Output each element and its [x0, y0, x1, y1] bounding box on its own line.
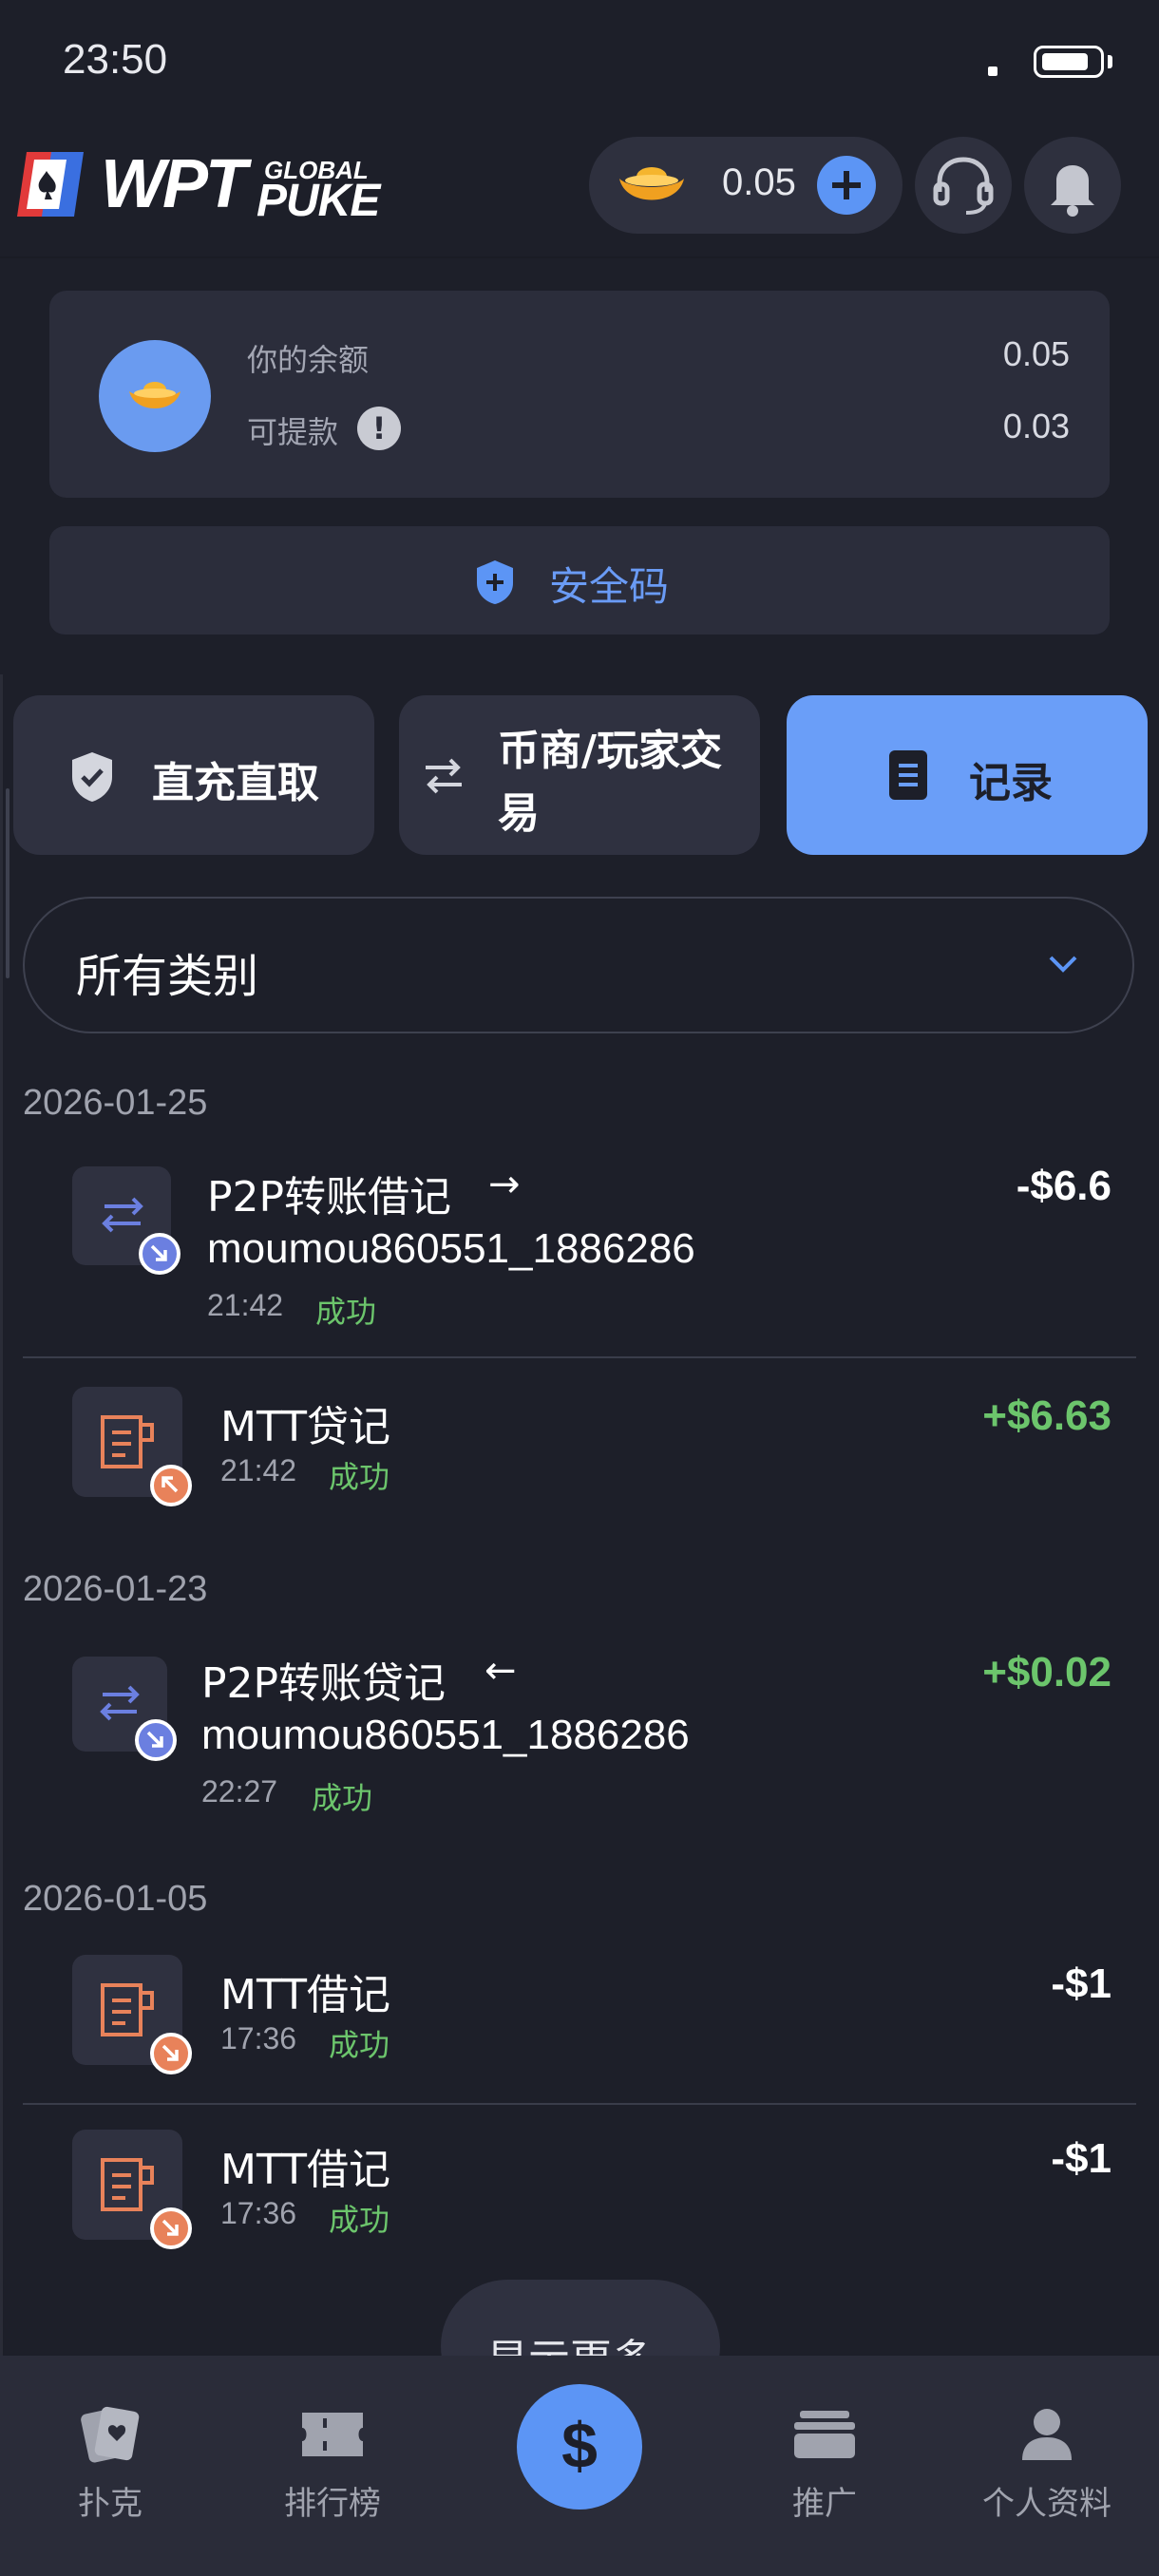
date-header: 2026-01-05 [23, 1879, 208, 1919]
transaction-status: 成功 [329, 2202, 390, 2238]
support-button[interactable] [915, 137, 1012, 234]
transaction-time: 21:42 [220, 1453, 297, 1487]
transaction-time: 17:36 [220, 2021, 297, 2055]
balance-label: 你的余额 [247, 343, 370, 377]
logo-puke-text: PUKE [256, 176, 380, 226]
balance-value: 0.05 [1002, 334, 1070, 373]
transaction-row[interactable]: MTT借记 17:36 成功 -$1 [0, 2118, 1159, 2261]
ingot-icon [129, 382, 180, 408]
wpt-logo-mark-icon [17, 152, 84, 217]
tab-records-label: 记录 [969, 759, 1053, 807]
dollar-icon: $ [561, 2410, 598, 2482]
transaction-row[interactable]: P2P转账借记 → moumou860551_1886286 21:42 成功 … [0, 1149, 1159, 1339]
security-code-button[interactable]: 安全码 [49, 526, 1110, 635]
category-filter-select[interactable]: 所有类别 [23, 897, 1134, 1033]
nav-promotion[interactable]: 推广 [730, 2405, 920, 2524]
deposit-plus-button[interactable] [817, 156, 876, 215]
battery-icon [1034, 46, 1104, 78]
transaction-amount: +$6.63 [982, 1392, 1112, 1439]
tab-direct-recharge[interactable]: 直充直取 [13, 695, 374, 855]
logo-wpt-text: WPT [101, 146, 247, 222]
transaction-time: 17:36 [220, 2196, 297, 2230]
nav-profile-label: 个人资料 [982, 2485, 1112, 2523]
security-code-label: 安全码 [549, 563, 670, 610]
header-balance-pill[interactable]: 0.05 [589, 137, 902, 234]
shield-check-icon [72, 752, 112, 802]
nav-promotion-label: 推广 [792, 2485, 857, 2523]
stack-icon [794, 2411, 855, 2458]
tab-p2p-trade-label-line2: 易 [498, 789, 540, 838]
debit-arrow-badge-icon [139, 1233, 180, 1275]
category-filter-value: 所有类别 [76, 950, 259, 1003]
debit-arrow-badge-icon [150, 2033, 192, 2074]
battery-tip [1108, 55, 1112, 68]
transaction-status: 成功 [329, 2027, 390, 2063]
date-header: 2026-01-25 [23, 1083, 208, 1123]
transaction-amount: -$1 [1051, 2135, 1112, 2182]
credit-arrow-badge-icon [150, 1465, 192, 1506]
transaction-amount: -$1 [1051, 1960, 1112, 2007]
transaction-title: MTT借记 [220, 1971, 390, 2019]
status-time: 23:50 [63, 36, 168, 83]
transaction-counterparty: moumou860551_1886286 [207, 1225, 695, 1272]
transaction-status: 成功 [315, 1294, 377, 1330]
direction-arrow-icon: → [488, 1163, 521, 1206]
withdrawable-value: 0.03 [1002, 407, 1070, 445]
transaction-row[interactable]: P2P转账贷记 ← moumou860551_1886286 22:27 成功 … [0, 1636, 1159, 1826]
tab-records[interactable]: 记录 [787, 695, 1148, 855]
nav-leaderboard[interactable]: 排行榜 [238, 2405, 428, 2524]
transaction-status: 成功 [329, 1459, 390, 1495]
header-divider [0, 256, 1159, 258]
nav-profile[interactable]: 个人资料 [952, 2405, 1142, 2524]
chevron-down-icon [1049, 956, 1077, 973]
transaction-title: P2P转账贷记 [201, 1659, 446, 1708]
transaction-row[interactable]: MTT贷记 21:42 成功 +$6.63 [0, 1373, 1159, 1516]
transaction-title: MTT贷记 [220, 1403, 390, 1451]
date-header: 2026-01-23 [23, 1569, 208, 1609]
nav-poker[interactable]: 扑克 [15, 2405, 205, 2524]
transaction-amount: +$0.02 [982, 1649, 1112, 1695]
tab-direct-recharge-label: 直充直取 [152, 759, 319, 807]
document-icon [889, 750, 927, 800]
plus-icon [832, 171, 861, 199]
nav-leaderboard-label: 排行榜 [284, 2485, 381, 2523]
info-icon[interactable]: ! [357, 407, 401, 450]
transaction-time: 22:27 [201, 1774, 278, 1809]
headset-icon [933, 157, 994, 215]
balance-card: 你的余额 0.05 可提款 ! 0.03 [49, 291, 1110, 498]
row-divider [23, 1356, 1136, 1358]
transaction-time: 21:42 [207, 1288, 284, 1322]
tab-p2p-trade-label-line1: 币商/玩家交 [498, 727, 723, 775]
credit-arrow-badge-icon [135, 1719, 177, 1761]
bottom-nav: 扑克 排行榜 $ 推广 个人资料 [0, 2356, 1159, 2576]
cards-icon [81, 2406, 140, 2463]
scrollbar[interactable] [6, 788, 10, 978]
withdrawable-label: 可提款 [247, 415, 339, 449]
transaction-title: MTT借记 [220, 2146, 390, 2194]
transaction-row[interactable]: MTT借记 17:36 成功 -$1 [0, 1943, 1159, 2086]
nav-cashier-button[interactable]: $ [517, 2384, 642, 2510]
transaction-title: P2P转账借记 [207, 1173, 452, 1222]
bell-icon [1051, 165, 1094, 217]
notifications-button[interactable] [1024, 137, 1121, 234]
transaction-counterparty: moumou860551_1886286 [201, 1712, 690, 1758]
row-divider [23, 2103, 1136, 2105]
user-icon [1022, 2409, 1072, 2460]
swap-arrows-icon [426, 758, 462, 794]
tab-p2p-trade[interactable]: 币商/玩家交 易 [399, 695, 760, 855]
transaction-amount: -$6.6 [1016, 1163, 1112, 1209]
ticket-icon [302, 2413, 363, 2456]
signal-dot-icon [988, 66, 998, 76]
direction-arrow-icon: ← [484, 1649, 517, 1693]
svg-text:$: $ [561, 2410, 598, 2482]
wallet-avatar [99, 340, 211, 452]
header-balance-amount: 0.05 [722, 161, 796, 203]
nav-poker-label: 扑克 [78, 2485, 142, 2523]
ingot-icon [619, 167, 684, 200]
shield-plus-icon [477, 560, 513, 604]
debit-arrow-badge-icon [150, 2207, 192, 2249]
transaction-status: 成功 [312, 1780, 373, 1816]
